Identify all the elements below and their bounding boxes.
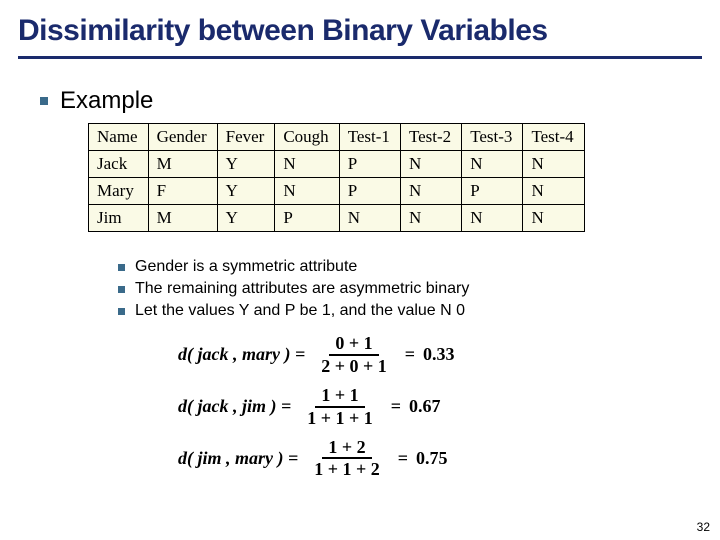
equals-icon: = (405, 344, 415, 365)
equations: d( jack , mary ) = 0 + 1 2 + 0 + 1 = 0.3… (178, 334, 702, 479)
slide: Dissimilarity between Binary Variables E… (0, 0, 720, 540)
table-header-row: Name Gender Fever Cough Test-1 Test-2 Te… (89, 124, 585, 151)
fraction: 0 + 1 2 + 0 + 1 (315, 334, 393, 376)
fraction: 1 + 2 1 + 1 + 2 (308, 438, 386, 480)
cell: Jim (89, 205, 149, 232)
cell: M (148, 205, 217, 232)
bullet-main-text: Example (60, 87, 153, 115)
equals-icon: = (398, 448, 408, 469)
eq-denominator: 1 + 1 + 1 (301, 408, 379, 428)
equals-icon: = (391, 396, 401, 417)
eq-denominator: 2 + 0 + 1 (315, 356, 393, 376)
cell: M (148, 151, 217, 178)
sub-bullet: The remaining attributes are asymmetric … (118, 280, 702, 298)
cell: F (148, 178, 217, 205)
col-gender: Gender (148, 124, 217, 151)
equation: d( jack , mary ) = 0 + 1 2 + 0 + 1 = 0.3… (178, 334, 702, 376)
square-bullet-icon (118, 286, 125, 293)
cell: N (339, 205, 400, 232)
cell: N (462, 151, 523, 178)
cell: N (275, 178, 339, 205)
eq-lhs: d( jack , mary ) = (178, 344, 305, 365)
eq-denominator: 1 + 1 + 2 (308, 459, 386, 479)
col-test2: Test-2 (400, 124, 461, 151)
cell: N (400, 151, 461, 178)
cell: Y (217, 205, 275, 232)
col-name: Name (89, 124, 149, 151)
cell: P (339, 151, 400, 178)
equation: d( jim , mary ) = 1 + 2 1 + 1 + 2 = 0.75 (178, 438, 702, 480)
col-test4: Test-4 (523, 124, 584, 151)
fraction: 1 + 1 1 + 1 + 1 (301, 386, 379, 428)
col-test1: Test-1 (339, 124, 400, 151)
col-fever: Fever (217, 124, 275, 151)
square-bullet-icon (118, 308, 125, 315)
eq-result: 0.75 (416, 448, 448, 469)
sub-bullet-text: Let the values Y and P be 1, and the val… (135, 302, 465, 320)
equation: d( jack , jim ) = 1 + 1 1 + 1 + 1 = 0.67 (178, 386, 702, 428)
cell: N (275, 151, 339, 178)
col-cough: Cough (275, 124, 339, 151)
cell: N (462, 205, 523, 232)
bullet-main: Example (40, 87, 702, 115)
cell: N (400, 205, 461, 232)
sub-bullet: Let the values Y and P be 1, and the val… (118, 302, 702, 320)
square-bullet-icon (118, 264, 125, 271)
cell: N (523, 205, 584, 232)
page-number: 32 (697, 520, 710, 534)
cell: N (523, 151, 584, 178)
cell: Y (217, 178, 275, 205)
cell: P (275, 205, 339, 232)
cell: N (523, 178, 584, 205)
sub-bullets: Gender is a symmetric attribute The rema… (118, 258, 702, 320)
col-test3: Test-3 (462, 124, 523, 151)
eq-lhs: d( jack , jim ) = (178, 396, 291, 417)
cell: P (339, 178, 400, 205)
cell: Jack (89, 151, 149, 178)
sub-bullet-text: Gender is a symmetric attribute (135, 258, 357, 276)
eq-numerator: 0 + 1 (329, 334, 378, 356)
eq-numerator: 1 + 1 (315, 386, 364, 408)
slide-title: Dissimilarity between Binary Variables (18, 14, 702, 59)
eq-result: 0.33 (423, 344, 455, 365)
cell: Y (217, 151, 275, 178)
eq-numerator: 1 + 2 (322, 438, 371, 460)
table-row: Jim M Y P N N N N (89, 205, 585, 232)
sub-bullet-text: The remaining attributes are asymmetric … (135, 280, 469, 298)
sub-bullet: Gender is a symmetric attribute (118, 258, 702, 276)
table-row: Jack M Y N P N N N (89, 151, 585, 178)
cell: P (462, 178, 523, 205)
cell: Mary (89, 178, 149, 205)
cell: N (400, 178, 461, 205)
data-table: Name Gender Fever Cough Test-1 Test-2 Te… (88, 123, 585, 232)
square-bullet-icon (40, 97, 48, 105)
example-table: Name Gender Fever Cough Test-1 Test-2 Te… (88, 123, 702, 232)
table-row: Mary F Y N P N P N (89, 178, 585, 205)
eq-lhs: d( jim , mary ) = (178, 448, 298, 469)
eq-result: 0.67 (409, 396, 441, 417)
